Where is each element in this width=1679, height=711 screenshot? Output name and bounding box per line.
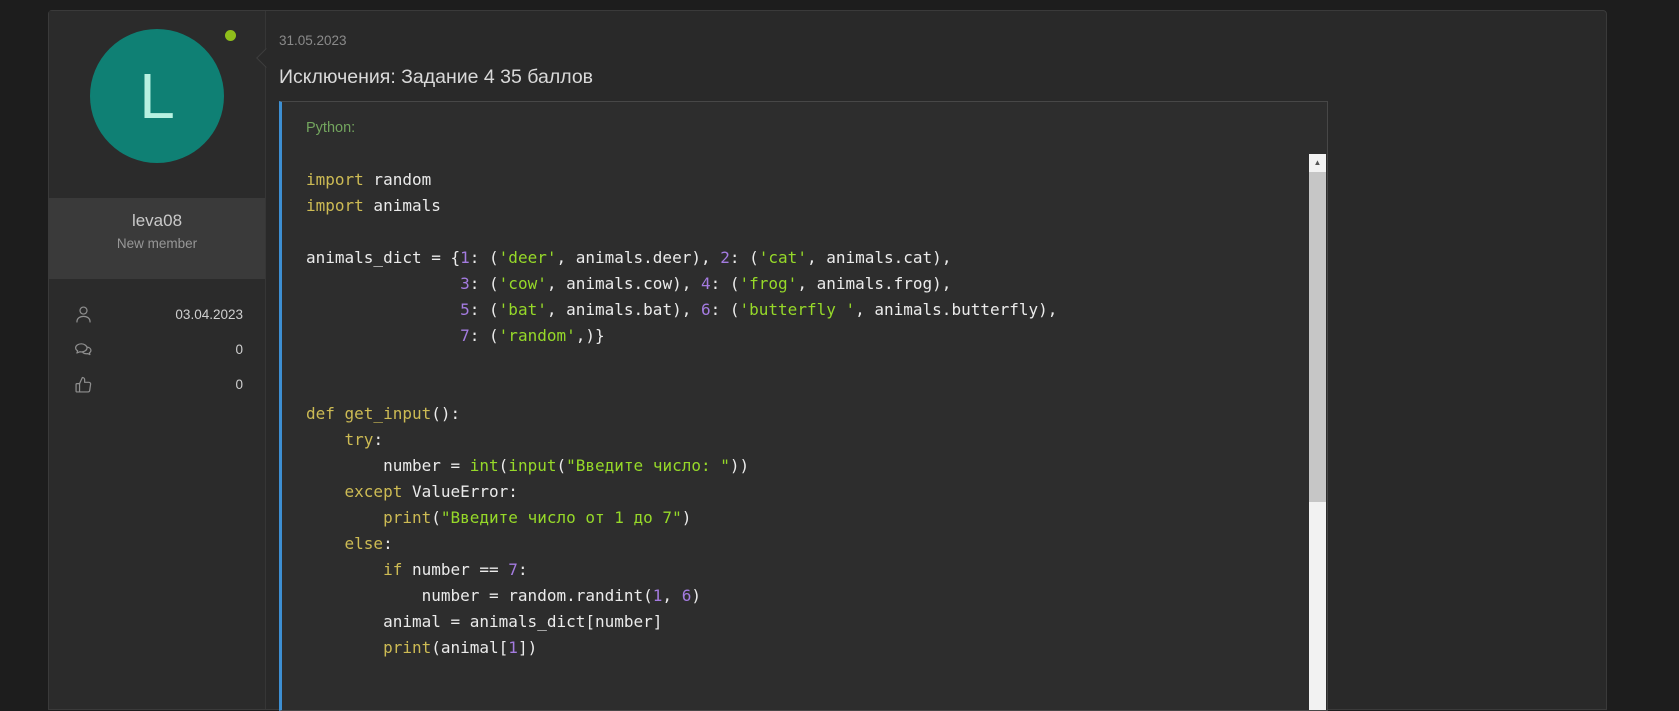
online-indicator xyxy=(225,30,236,41)
scrollbar-track[interactable]: ▲ xyxy=(1309,154,1326,710)
code-line: def get_input(): xyxy=(306,401,1299,427)
code-line: animal = animals_dict[number] xyxy=(306,609,1299,635)
user-name-band: leva08 New member xyxy=(49,198,265,279)
avatar-initial: L xyxy=(139,64,175,128)
post-card: L leva08 New member 03.04.2023 0 xyxy=(48,10,1607,710)
code-line: import random xyxy=(306,167,1299,193)
post-date-link[interactable]: 31.05.2023 xyxy=(279,33,347,48)
user-stats: 03.04.2023 0 0 xyxy=(49,279,265,402)
post-title: Исключения: Задание 4 35 баллов xyxy=(279,66,593,89)
comments-icon xyxy=(73,339,94,360)
code-line: try: xyxy=(306,427,1299,453)
code-line: print("Введите число от 1 до 7") xyxy=(306,505,1299,531)
code-line: except ValueError: xyxy=(306,479,1299,505)
code-line: 7: ('random',)} xyxy=(306,323,1299,349)
user-icon xyxy=(73,304,94,325)
stat-row-likes: 0 xyxy=(73,367,243,402)
code-line: number = random.randint(1, 6) xyxy=(306,583,1299,609)
code-block: Python: import randomimport animals anim… xyxy=(279,101,1328,711)
code-content: import randomimport animals animals_dict… xyxy=(282,154,1309,710)
code-line: 3: ('cow', animals.cow), 4: ('frog', ani… xyxy=(306,271,1299,297)
user-sidebar: L leva08 New member 03.04.2023 0 xyxy=(49,11,266,709)
like-icon xyxy=(73,374,94,395)
code-line xyxy=(306,375,1299,401)
code-line: number = int(input("Введите число: ")) xyxy=(306,453,1299,479)
avatar-cell: L xyxy=(49,11,265,198)
joined-date: 03.04.2023 xyxy=(94,307,243,322)
user-role: New member xyxy=(49,236,265,251)
code-line: import animals xyxy=(306,193,1299,219)
stat-row-messages: 0 xyxy=(73,332,243,367)
code-scroll-area: import randomimport animals animals_dict… xyxy=(282,154,1327,710)
username-link[interactable]: leva08 xyxy=(49,211,265,231)
post-content: 31.05.2023 Исключения: Задание 4 35 балл… xyxy=(267,11,1606,709)
code-line: 5: ('bat', animals.bat), 6: ('butterfly … xyxy=(306,297,1299,323)
code-line: animals_dict = {1: ('deer', animals.deer… xyxy=(306,245,1299,271)
avatar[interactable]: L xyxy=(90,29,224,163)
scroll-up-button[interactable]: ▲ xyxy=(1309,154,1326,171)
likes-count: 0 xyxy=(94,377,243,392)
code-line: if number == 7: xyxy=(306,557,1299,583)
messages-count: 0 xyxy=(94,342,243,357)
code-line: else: xyxy=(306,531,1299,557)
code-line: print(animal[1]) xyxy=(306,635,1299,661)
code-line xyxy=(306,349,1299,375)
scrollbar-thumb[interactable] xyxy=(1309,172,1326,502)
code-language-label: Python: xyxy=(306,120,355,136)
stat-row-joined: 03.04.2023 xyxy=(73,297,243,332)
code-line xyxy=(306,219,1299,245)
